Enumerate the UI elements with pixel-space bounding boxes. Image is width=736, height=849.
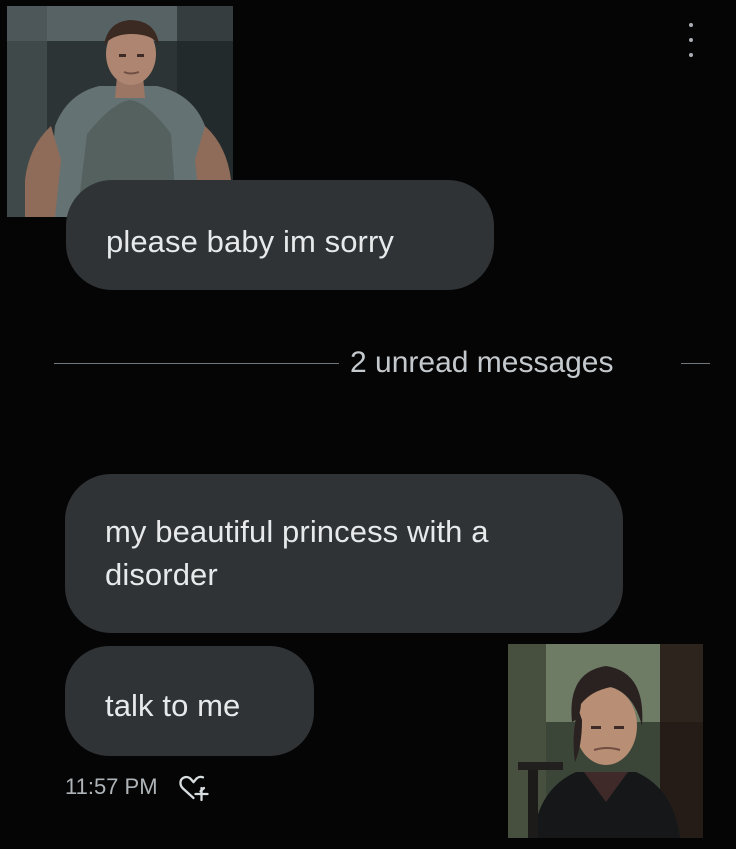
heart-add-icon[interactable] (176, 770, 211, 805)
unread-divider: 2 unread messages (54, 340, 710, 388)
menu-dot (689, 38, 693, 42)
menu-dot (689, 53, 693, 57)
message-meta: 11:57 PM (65, 767, 211, 807)
message-text: please baby im sorry (106, 224, 395, 259)
divider-line (54, 363, 339, 364)
message-text: my beautiful princess with a disorder (105, 514, 489, 592)
more-vertical-icon[interactable] (683, 23, 699, 57)
message-text: talk to me (105, 688, 241, 723)
message-bubble[interactable]: talk to me (65, 646, 314, 756)
chat-screen: please baby im sorry 2 unread messages m… (0, 0, 736, 849)
character-photo-bottom (508, 644, 703, 838)
message-bubble[interactable]: my beautiful princess with a disorder (65, 474, 623, 633)
menu-dot (689, 23, 693, 27)
unread-count-label: 2 unread messages (350, 346, 614, 379)
message-timestamp: 11:57 PM (65, 774, 158, 799)
divider-line (681, 363, 710, 364)
message-bubble[interactable]: please baby im sorry (66, 180, 494, 290)
